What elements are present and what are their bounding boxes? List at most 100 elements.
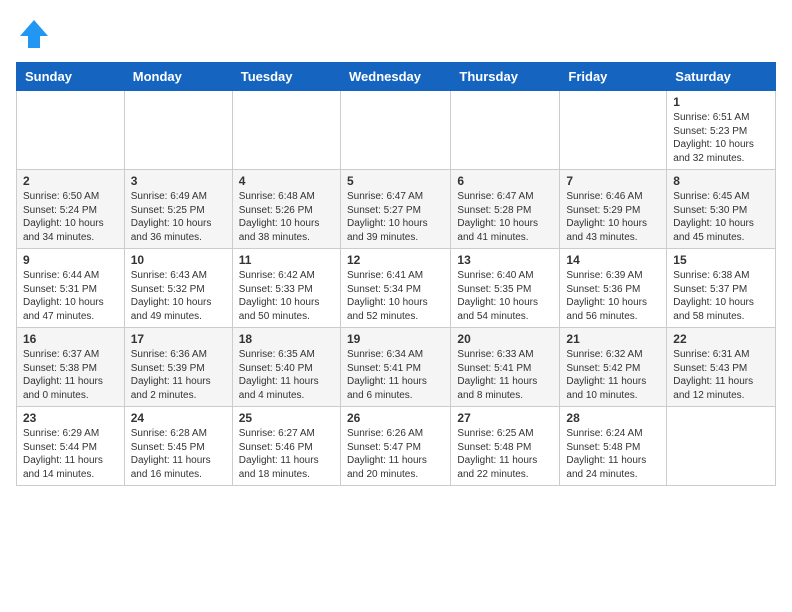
- calendar-table: SundayMondayTuesdayWednesdayThursdayFrid…: [16, 62, 776, 486]
- day-number: 12: [347, 253, 444, 267]
- day-number: 24: [131, 411, 226, 425]
- calendar-cell: 4Sunrise: 6:48 AM Sunset: 5:26 PM Daylig…: [232, 170, 340, 249]
- calendar-cell: 18 Sunrise: 6:35 AM Sunset: 5:40 PM Dayli…: [232, 328, 340, 407]
- day-info: Sunrise: 6:36 AM Sunset: 5:39 PM Dayligh…: [131, 349, 211, 401]
- calendar-cell: 10 Sunrise: 6:43 AM Sunset: 5:32 PM Dayli…: [124, 249, 232, 328]
- day-number: 21: [566, 332, 660, 346]
- day-number: 9: [23, 253, 118, 267]
- day-number: 17: [131, 332, 226, 346]
- day-info: Sunrise: 6:32 AM Sunset: 5:42 PM Dayligh…: [566, 349, 646, 401]
- calendar-cell: 14 Sunrise: 6:39 AM Sunset: 5:36 PM Dayli…: [560, 249, 667, 328]
- calendar-cell: 2 Sunrise: 6:50 AM Sunset: 5:24 PM Daylig…: [17, 170, 125, 249]
- day-number: 1: [673, 95, 769, 109]
- day-number: 7: [566, 174, 660, 188]
- calendar-cell: 19 Sunrise: 6:34 AM Sunset: 5:41 PM Dayli…: [340, 328, 450, 407]
- day-number: 19: [347, 332, 444, 346]
- day-info: Sunrise: 6:43 AM Sunset: 5:32 PM Dayligh…: [131, 270, 212, 322]
- day-info: Sunrise: 6:46 AM Sunset: 5:29 PM Dayligh…: [566, 191, 647, 243]
- day-info: Sunrise: 6:44 AM Sunset: 5:31 PM Dayligh…: [23, 270, 104, 322]
- calendar-cell: 11 Sunrise: 6:42 AM Sunset: 5:33 PM Dayli…: [232, 249, 340, 328]
- day-info: Sunrise: 6:48 AM Sunset: 5:26 PM Dayligh…: [239, 191, 320, 243]
- day-number: 6: [457, 174, 553, 188]
- calendar-week-row: 2 Sunrise: 6:50 AM Sunset: 5:24 PM Daylig…: [17, 170, 776, 249]
- day-number: 22: [673, 332, 769, 346]
- day-info: Sunrise: 6:31 AM Sunset: 5:43 PM Dayligh…: [673, 349, 753, 401]
- calendar-cell: 5 Sunrise: 6:47 AM Sunset: 5:27 PM Daylig…: [340, 170, 450, 249]
- day-info: Sunrise: 6:40 AM Sunset: 5:35 PM Dayligh…: [457, 270, 538, 322]
- calendar-cell: 6Sunrise: 6:47 AM Sunset: 5:28 PM Daylig…: [451, 170, 560, 249]
- calendar-cell: 25 Sunrise: 6:27 AM Sunset: 5:46 PM Dayli…: [232, 407, 340, 486]
- calendar-cell: [451, 91, 560, 170]
- column-header-tuesday: Tuesday: [232, 63, 340, 91]
- calendar-cell: [124, 91, 232, 170]
- day-number: 25: [239, 411, 334, 425]
- calendar-cell: 15 Sunrise: 6:38 AM Sunset: 5:37 PM Dayli…: [667, 249, 776, 328]
- day-info: Sunrise: 6:38 AM Sunset: 5:37 PM Dayligh…: [673, 270, 754, 322]
- day-info: Sunrise: 6:41 AM Sunset: 5:34 PM Dayligh…: [347, 270, 428, 322]
- logo-icon: [16, 16, 52, 52]
- column-header-monday: Monday: [124, 63, 232, 91]
- day-info: Sunrise: 6:51 AM Sunset: 5:23 PM Dayligh…: [673, 112, 754, 164]
- day-number: 13: [457, 253, 553, 267]
- day-info: Sunrise: 6:42 AM Sunset: 5:33 PM Dayligh…: [239, 270, 320, 322]
- calendar-cell: [340, 91, 450, 170]
- calendar-cell: 12 Sunrise: 6:41 AM Sunset: 5:34 PM Dayli…: [340, 249, 450, 328]
- calendar-week-row: 16 Sunrise: 6:37 AM Sunset: 5:38 PM Dayli…: [17, 328, 776, 407]
- calendar-cell: 1 Sunrise: 6:51 AM Sunset: 5:23 PM Daylig…: [667, 91, 776, 170]
- day-number: 3: [131, 174, 226, 188]
- day-info: Sunrise: 6:45 AM Sunset: 5:30 PM Dayligh…: [673, 191, 754, 243]
- calendar-cell: 23Sunrise: 6:29 AM Sunset: 5:44 PM Dayli…: [17, 407, 125, 486]
- day-number: 11: [239, 253, 334, 267]
- day-number: 28: [566, 411, 660, 425]
- column-header-thursday: Thursday: [451, 63, 560, 91]
- day-info: Sunrise: 6:37 AM Sunset: 5:38 PM Dayligh…: [23, 349, 103, 401]
- calendar-cell: 16 Sunrise: 6:37 AM Sunset: 5:38 PM Dayli…: [17, 328, 125, 407]
- calendar-cell: 24 Sunrise: 6:28 AM Sunset: 5:45 PM Dayli…: [124, 407, 232, 486]
- calendar-cell: 21 Sunrise: 6:32 AM Sunset: 5:42 PM Dayli…: [560, 328, 667, 407]
- calendar-week-row: 1 Sunrise: 6:51 AM Sunset: 5:23 PM Daylig…: [17, 91, 776, 170]
- day-number: 2: [23, 174, 118, 188]
- calendar-cell: 13 Sunrise: 6:40 AM Sunset: 5:35 PM Dayli…: [451, 249, 560, 328]
- day-info: Sunrise: 6:39 AM Sunset: 5:36 PM Dayligh…: [566, 270, 647, 322]
- calendar-cell: [560, 91, 667, 170]
- day-info: Sunrise: 6:25 AM Sunset: 5:48 PM Dayligh…: [457, 428, 537, 480]
- day-number: 15: [673, 253, 769, 267]
- day-number: 5: [347, 174, 444, 188]
- calendar-cell: 28 Sunrise: 6:24 AM Sunset: 5:48 PM Dayli…: [560, 407, 667, 486]
- calendar-week-row: 9 Sunrise: 6:44 AM Sunset: 5:31 PM Daylig…: [17, 249, 776, 328]
- calendar-header-row: SundayMondayTuesdayWednesdayThursdayFrid…: [17, 63, 776, 91]
- day-number: 27: [457, 411, 553, 425]
- day-number: 16: [23, 332, 118, 346]
- day-number: 18: [239, 332, 334, 346]
- column-header-friday: Friday: [560, 63, 667, 91]
- day-number: 26: [347, 411, 444, 425]
- day-info: Sunrise: 6:47 AM Sunset: 5:27 PM Dayligh…: [347, 191, 428, 243]
- day-info: Sunrise: 6:27 AM Sunset: 5:46 PM Dayligh…: [239, 428, 319, 480]
- day-number: 10: [131, 253, 226, 267]
- calendar-cell: 27 Sunrise: 6:25 AM Sunset: 5:48 PM Dayli…: [451, 407, 560, 486]
- calendar-cell: 8 Sunrise: 6:45 AM Sunset: 5:30 PM Daylig…: [667, 170, 776, 249]
- day-info: Sunrise: 6:33 AM Sunset: 5:41 PM Dayligh…: [457, 349, 537, 401]
- page-header: [16, 16, 776, 52]
- calendar-cell: 7 Sunrise: 6:46 AM Sunset: 5:29 PM Daylig…: [560, 170, 667, 249]
- day-info: Sunrise: 6:50 AM Sunset: 5:24 PM Dayligh…: [23, 191, 104, 243]
- day-number: 14: [566, 253, 660, 267]
- calendar-cell: [667, 407, 776, 486]
- logo: [16, 16, 52, 52]
- day-number: 20: [457, 332, 553, 346]
- column-header-saturday: Saturday: [667, 63, 776, 91]
- day-info: Sunrise: 6:49 AM Sunset: 5:25 PM Dayligh…: [131, 191, 212, 243]
- calendar-cell: [232, 91, 340, 170]
- calendar-week-row: 23Sunrise: 6:29 AM Sunset: 5:44 PM Dayli…: [17, 407, 776, 486]
- day-number: 8: [673, 174, 769, 188]
- column-header-wednesday: Wednesday: [340, 63, 450, 91]
- calendar-cell: 3 Sunrise: 6:49 AM Sunset: 5:25 PM Daylig…: [124, 170, 232, 249]
- day-info: Sunrise: 6:28 AM Sunset: 5:45 PM Dayligh…: [131, 428, 211, 480]
- calendar-cell: 26Sunrise: 6:26 AM Sunset: 5:47 PM Dayli…: [340, 407, 450, 486]
- day-info: Sunrise: 6:34 AM Sunset: 5:41 PM Dayligh…: [347, 349, 427, 401]
- day-info: Sunrise: 6:29 AM Sunset: 5:44 PM Dayligh…: [23, 428, 103, 480]
- day-info: Sunrise: 6:35 AM Sunset: 5:40 PM Dayligh…: [239, 349, 319, 401]
- calendar-cell: 9 Sunrise: 6:44 AM Sunset: 5:31 PM Daylig…: [17, 249, 125, 328]
- calendar-cell: 22 Sunrise: 6:31 AM Sunset: 5:43 PM Dayli…: [667, 328, 776, 407]
- day-info: Sunrise: 6:24 AM Sunset: 5:48 PM Dayligh…: [566, 428, 646, 480]
